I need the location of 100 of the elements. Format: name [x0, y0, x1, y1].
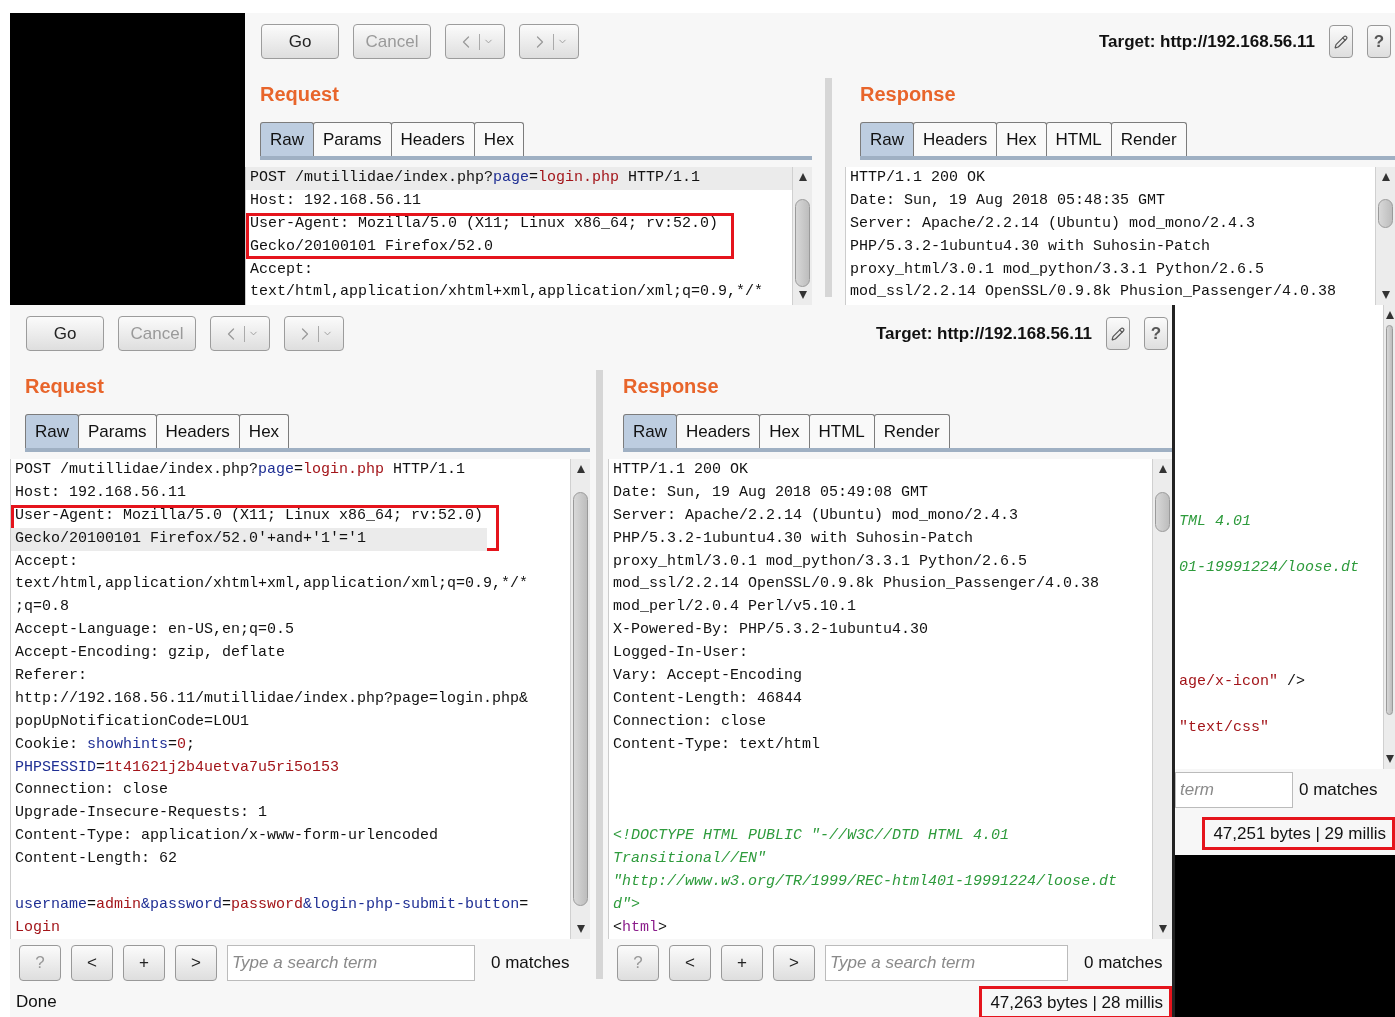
code-line: popUpNotificationCode=LOU1 [14, 711, 251, 732]
code-line: POST /mutillidae/index.php?page=login.php HTTP/1.1 [14, 460, 467, 480]
previous-button[interactable]: < [669, 945, 711, 981]
scroll-down-icon[interactable] [575, 924, 586, 934]
code-line: <html> [612, 917, 669, 938]
scrollbar[interactable] [792, 167, 812, 305]
code-line: Upgrade-Insecure-Requests: 1 [14, 803, 269, 824]
code-line: Content-Length: 62 [14, 849, 179, 870]
code-line: username=admin&password=password&login-php-submit-button= [14, 894, 530, 915]
code-line: User-Agent: Mozilla/5.0 (X11; Linux x86_64; rv:52.0) [249, 213, 720, 234]
scrollbar[interactable] [1375, 167, 1395, 305]
code-line: "http://www.w3.org/TR/1999/REC-html401-19991224/loose.dt [612, 872, 1119, 893]
code-line: Content-Type: application/x-www-form-urlencoded [14, 826, 440, 847]
code-line: d"> [612, 894, 641, 915]
pencil-icon [1334, 34, 1348, 49]
code-line: mod_ssl/2.2.14 OpenSSL/0.9.8k Phusion_Passenger/4.0.38 [612, 574, 1101, 595]
scroll-up-icon[interactable] [1157, 464, 1168, 474]
response-size: 47,263 bytes | 28 millis [979, 985, 1172, 1017]
scroll-up-icon[interactable] [575, 464, 586, 474]
code-line: ;q=0.8 [14, 597, 70, 618]
tab[interactable]: Render [1110, 122, 1187, 156]
help-button[interactable]: ? [1144, 317, 1168, 350]
tab[interactable]: Render [873, 414, 950, 448]
scrollbar-thumb[interactable] [1386, 325, 1393, 716]
scroll-down-icon[interactable] [1157, 924, 1168, 934]
code-line: PHP/5.3.2-1ubuntu4.30 with Suhosin-Patch [612, 528, 975, 549]
scrollbar-thumb[interactable] [795, 198, 810, 287]
pane-title: Request [25, 374, 104, 398]
code-line: Content-Length: 46844 [612, 688, 804, 709]
scrollbar-thumb[interactable] [573, 492, 588, 906]
previous-button[interactable]: < [71, 945, 113, 981]
code-line: Login [14, 917, 61, 938]
code-line: mod_ssl/2.2.14 OpenSSL/0.9.8k Phusion_Passenger/4.0.38 [849, 282, 1338, 303]
code-line: Transitional//EN" [612, 849, 768, 870]
code-line: Host: 192.168.56.11 [249, 190, 423, 211]
next-button[interactable]: > [773, 945, 815, 981]
scrollbar[interactable] [1383, 305, 1395, 769]
code-line: Content-Type: text/html [612, 734, 822, 755]
add-button[interactable]: + [123, 945, 165, 981]
scroll-down-icon[interactable] [1384, 754, 1395, 764]
scroll-up-icon[interactable] [797, 172, 808, 182]
code-line: 01-19991224/loose.dt [1178, 557, 1361, 578]
match-count: 0 matches [1084, 953, 1163, 973]
code-editor[interactable] [608, 459, 1172, 939]
scrollbar-thumb[interactable] [1155, 492, 1170, 532]
code-line: <!DOCTYPE HTML PUBLIC "-//W3C//DTD HTML 4.01 [612, 826, 1011, 847]
scrollbar[interactable] [1152, 459, 1172, 939]
code-line: mod_perl/2.0.4 Perl/v5.10.1 [612, 597, 858, 618]
code-editor[interactable]: TML 4.01 01-19991224/loose.dt age/x-icon" /> "text/css" [1175, 305, 1395, 769]
tab[interactable]: Raw [623, 414, 677, 448]
code-line: Accept: [14, 551, 79, 572]
search-field[interactable]: term [1175, 772, 1293, 808]
edit-target-button[interactable] [1329, 25, 1353, 58]
next-button[interactable]: > [175, 945, 217, 981]
code-editor[interactable] [845, 167, 1395, 305]
pane-title: Request [260, 82, 339, 106]
target-label: Target: http://192.168.56.11 [875, 323, 1092, 344]
code-line: age/x-icon" /> [1178, 672, 1307, 693]
code-line: Referer: [14, 666, 88, 686]
code-line: Cookie: showhints=0; [14, 734, 197, 755]
code-line: User-Agent: Mozilla/5.0 (X11; Linux x86_64; rv:52.0) [14, 505, 485, 526]
help-button[interactable]: ? [1367, 25, 1391, 58]
code-line: Logged-In-User: [612, 643, 750, 664]
tab[interactable]: Hex [473, 122, 525, 156]
edit-target-button[interactable] [1106, 317, 1130, 350]
code-line: Accept-Encoding: gzip, deflate [14, 643, 287, 664]
code-line: Server: Apache/2.2.14 (Ubuntu) mod_mono/2.4.3 [612, 505, 1020, 526]
tab[interactable]: Raw [260, 122, 314, 156]
add-button[interactable]: + [721, 945, 763, 981]
code-editor[interactable] [10, 459, 590, 939]
code-line: HTTP/1.1 200 OK [849, 168, 987, 188]
code-line: proxy_html/3.0.1 mod_python/3.3.1 Python/2.6.5 [612, 551, 1029, 572]
search-field[interactable]: Type a search term [227, 945, 475, 981]
scroll-down-icon[interactable] [1380, 290, 1391, 300]
scroll-up-icon[interactable] [1384, 310, 1395, 320]
go-button[interactable]: Go [261, 24, 339, 59]
code-line: "text/css" [1178, 718, 1270, 739]
code-line: Connection: close [14, 780, 170, 801]
code-line: Date: Sun, 19 Aug 2018 05:48:35 GMT [849, 190, 1167, 211]
status-text: Done [16, 992, 57, 1012]
scroll-up-icon[interactable] [1380, 172, 1391, 182]
code-line: proxy_html/3.0.1 mod_python/3.3.1 Python/2.6.5 [849, 259, 1266, 280]
tab[interactable]: Raw [860, 122, 914, 156]
tab[interactable]: Hex [238, 414, 290, 448]
code-line: Accept-Language: en-US,en;q=0.5 [14, 620, 296, 641]
code-line: Connection: close [612, 711, 768, 732]
search-field[interactable]: Type a search term [825, 945, 1068, 981]
code-editor[interactable] [245, 167, 812, 305]
pencil-icon [1111, 326, 1125, 341]
scroll-down-icon[interactable] [797, 290, 808, 300]
code-line: X-Powered-By: PHP/5.3.2-1ubuntu4.30 [612, 620, 930, 641]
code-line: HTTP/1.1 200 OK [612, 460, 750, 480]
scrollbar[interactable] [570, 459, 590, 939]
code-line: PHP/5.3.2-1ubuntu4.30 with Suhosin-Patch [849, 236, 1212, 257]
pane-title: Response [860, 82, 956, 106]
pane-title: Response [623, 374, 719, 398]
go-button[interactable]: Go [26, 316, 104, 351]
code-line: Gecko/20100101 Firefox/52.0 [249, 236, 495, 257]
tab[interactable]: Raw [25, 414, 79, 448]
scrollbar-thumb[interactable] [1378, 198, 1393, 229]
